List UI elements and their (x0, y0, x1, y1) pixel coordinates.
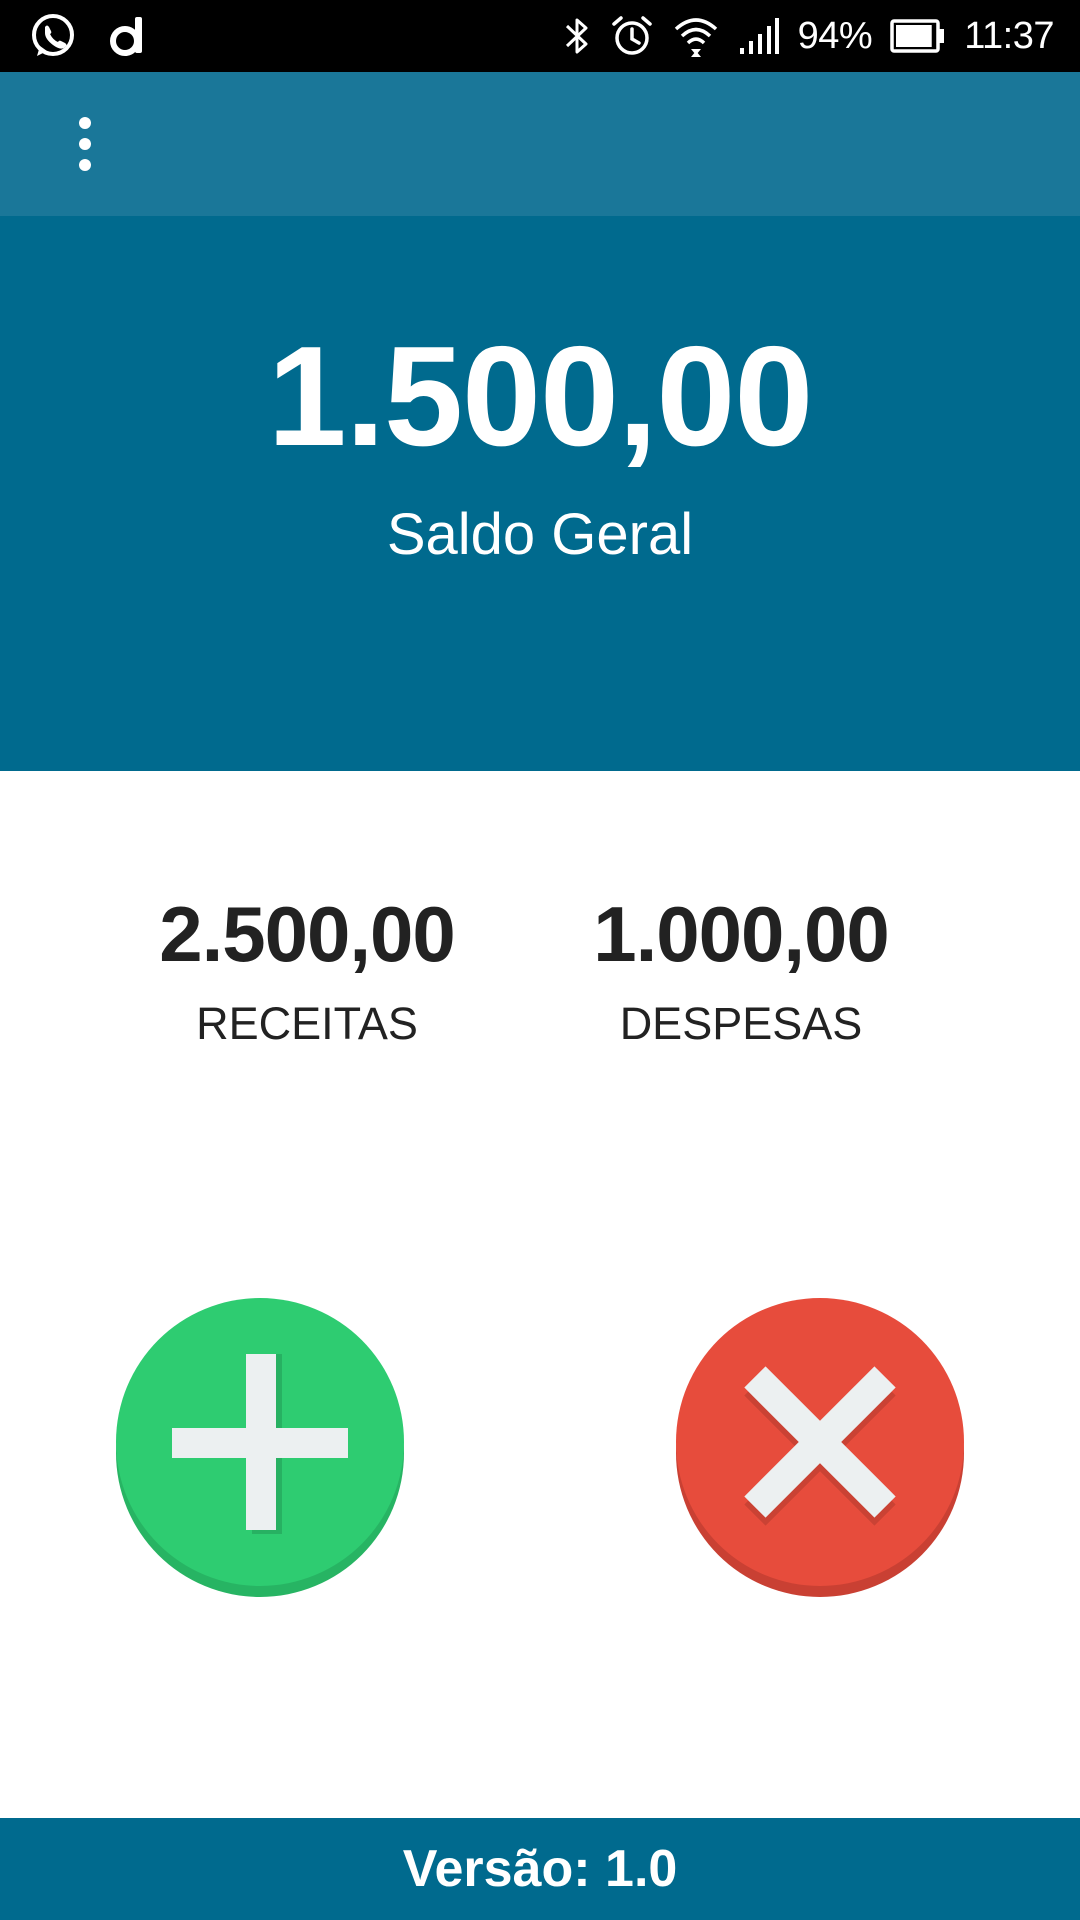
alarm-icon (610, 14, 654, 58)
status-bar: 94% 11:37 (0, 0, 1080, 72)
status-bar-right: 94% 11:37 (562, 10, 1054, 62)
expense-summary: 1.000,00 DESPESAS (531, 895, 951, 1046)
balance-panel: 1.500,00 Saldo Geral (0, 216, 1080, 771)
income-label: RECEITAS (196, 998, 418, 1049)
battery-icon (890, 19, 946, 53)
signal-icon (738, 16, 780, 56)
balance-label: Saldo Geral (386, 502, 694, 567)
income-value: 2.500,00 (159, 890, 456, 978)
version-footer: Versão: 1.0 (0, 1818, 1080, 1920)
app-toolbar (0, 72, 1080, 216)
overflow-menu-icon[interactable] (60, 112, 110, 176)
app-d-icon (108, 13, 148, 59)
bluetooth-icon (562, 14, 592, 58)
income-summary: 2.500,00 RECEITAS (97, 895, 517, 1046)
menu-dot (79, 159, 91, 171)
clock-time: 11:37 (964, 14, 1054, 57)
menu-dot (79, 138, 91, 150)
balance-value: 1.500,00 (267, 317, 814, 476)
expense-label: DESPESAS (619, 998, 863, 1049)
expense-value: 1.000,00 (593, 890, 890, 978)
menu-dot (79, 117, 91, 129)
battery-percent: 94% (797, 14, 873, 57)
close-icon (676, 1298, 964, 1597)
status-bar-left (28, 10, 148, 62)
add-expense-button[interactable] (674, 1296, 966, 1600)
wifi-icon (672, 13, 720, 59)
plus-icon (116, 1298, 404, 1597)
add-income-button[interactable] (114, 1296, 406, 1600)
whatsapp-icon (28, 11, 78, 61)
